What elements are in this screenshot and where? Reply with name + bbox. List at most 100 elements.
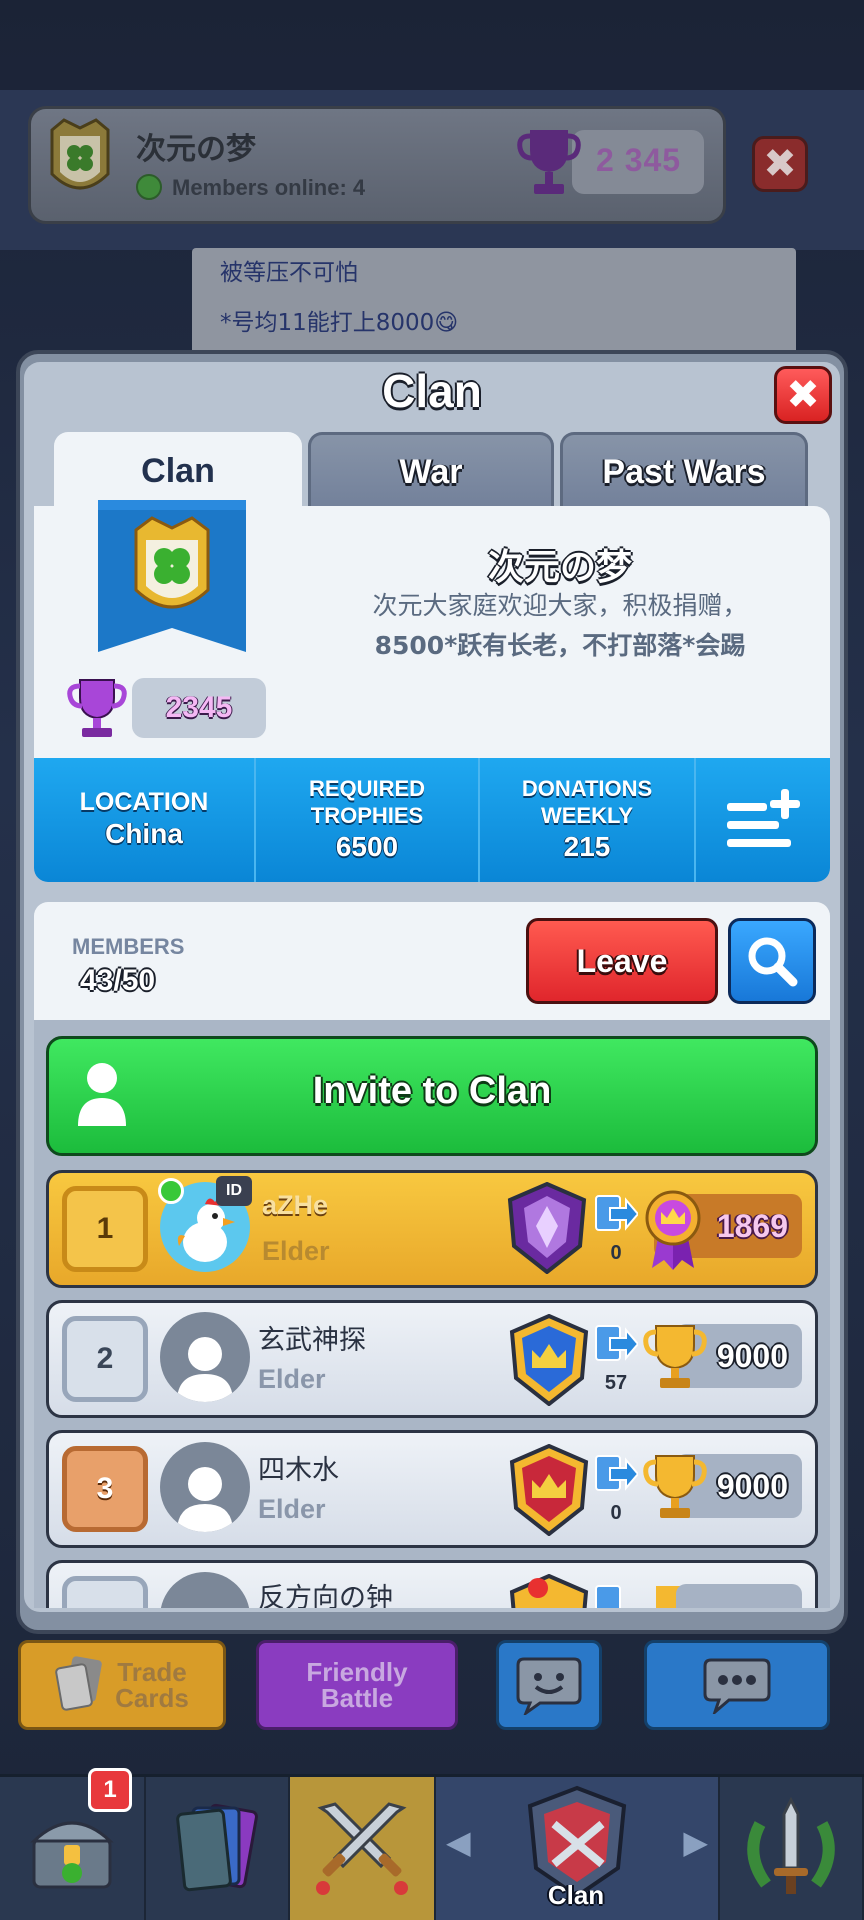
clan-description: 次元大家庭欢迎大家，积极捐赠， 8500*跃有长老，不打部落*会踢 <box>300 586 820 666</box>
notification-badge: 1 <box>88 1768 132 1812</box>
member-role: Elder <box>262 1236 330 1266</box>
background-clan-name: 次元の梦 <box>136 132 256 167</box>
member-name: 反方向の钟 <box>258 1583 393 1608</box>
chat-line: *号均11能打上8000😋 <box>220 310 459 336</box>
stat-location: LOCATION China <box>34 758 256 882</box>
chat-line: 被等压不可怕 <box>220 260 358 286</box>
avatar <box>160 1312 250 1402</box>
member-role: Elder <box>258 1494 326 1524</box>
stat-location-label: LOCATION <box>79 787 209 816</box>
chat-bubble-icon <box>703 1658 771 1714</box>
clan-menu-button[interactable] <box>696 758 830 882</box>
member-name: 玄武神探 <box>258 1325 366 1356</box>
member-role: Elder <box>258 1364 326 1394</box>
member-donations: 0 <box>610 1502 622 1524</box>
stat-required-trophies: REQUIRED TROPHIES 6500 <box>256 758 480 882</box>
crown-medal-icon <box>645 1190 701 1270</box>
stat-required-label: REQUIRED <box>308 776 426 801</box>
background-chat-message: 被等压不可怕 *号均11能打上8000😋 <box>192 248 796 358</box>
stat-required-label: TROPHIES <box>310 803 424 828</box>
list-add-icon <box>727 789 800 847</box>
member-name: aZHe <box>262 1190 329 1220</box>
stat-location-value: China <box>105 817 183 849</box>
members-count: 43/50 <box>80 964 156 997</box>
member-donations: 57 <box>604 1372 628 1394</box>
close-button[interactable]: ✖ <box>774 366 832 424</box>
tab-past-wars-label: Past Wars <box>602 453 766 491</box>
leave-button[interactable]: Leave <box>526 918 718 1004</box>
league-icon <box>509 1574 589 1608</box>
members-label: MEMBERS <box>72 934 185 959</box>
trophy-icon <box>517 130 581 194</box>
tab-clan-label: Clan <box>141 451 215 490</box>
clan-name: 次元の梦 <box>487 547 632 588</box>
nav-right-arrow-icon[interactable]: ▶ <box>683 1823 708 1861</box>
donation-card-icon <box>595 1455 638 1491</box>
person-icon <box>177 1467 233 1532</box>
clan-description-line: 次元大家庭欢迎大家，积极捐赠， <box>372 591 748 620</box>
trade-label: Trade <box>117 1657 187 1687</box>
emote-face-icon <box>516 1657 582 1715</box>
trophy-icon <box>643 1325 707 1388</box>
online-indicator-icon <box>158 1178 184 1204</box>
online-indicator-icon <box>136 174 162 200</box>
legendary-arena-icon <box>507 1182 587 1274</box>
member-rank: 2 <box>62 1316 148 1402</box>
stat-donations-weekly: DONATIONS WEEKLY 215 <box>480 758 696 882</box>
stat-required-value: 6500 <box>335 831 399 862</box>
champion-league-icon <box>509 1314 589 1406</box>
chat-button[interactable] <box>644 1640 830 1730</box>
donation-card-icon <box>595 1585 621 1608</box>
nav-clan-label: Clan <box>547 1880 605 1910</box>
friendly-label: Battle <box>320 1683 394 1713</box>
id-badge: ID <box>216 1176 252 1206</box>
nav-left-arrow-icon[interactable]: ◀ <box>446 1823 471 1861</box>
members-online-text: Members online: 4 <box>172 175 366 200</box>
clan-banner-icon <box>98 500 246 652</box>
trade-cards-button[interactable]: Trade Cards <box>18 1640 226 1730</box>
friendly-battle-button[interactable]: Friendly Battle <box>256 1640 458 1730</box>
master-league-icon <box>509 1444 589 1536</box>
laurel-sword-icon <box>747 1796 835 1894</box>
nav-cards[interactable] <box>146 1777 290 1920</box>
stat-donations-label: DONATIONS <box>521 776 653 801</box>
tab-war[interactable]: War <box>308 432 554 510</box>
member-score <box>676 1584 802 1608</box>
member-rank: 1 <box>62 1186 148 1272</box>
trophy-icon <box>67 679 127 737</box>
nav-battle[interactable] <box>290 1777 436 1920</box>
nav-events[interactable] <box>720 1777 864 1920</box>
member-name: 四木水 <box>258 1455 339 1486</box>
avatar <box>160 1442 250 1532</box>
member-donations: 0 <box>610 1242 622 1264</box>
clan-description-line: 8500*跃有长老，不打部落*会踢 <box>374 631 746 660</box>
friendly-label: Friendly <box>306 1657 408 1687</box>
background-close-button: ✖ <box>752 136 808 192</box>
trade-label: Cards <box>115 1683 189 1713</box>
person-icon <box>177 1337 233 1402</box>
chest-icon <box>30 1821 114 1888</box>
stat-donations-value: 215 <box>563 831 611 862</box>
panel-title: Clan <box>382 365 482 417</box>
tab-war-label: War <box>399 453 463 491</box>
donation-card-icon <box>595 1195 638 1231</box>
trophy-icon <box>643 1455 707 1518</box>
background-trophy-count: 2 345 <box>596 142 682 178</box>
stat-donations-label: WEEKLY <box>540 803 634 828</box>
clan-stats-bar: LOCATION China REQUIRED TROPHIES 6500 DO… <box>34 758 830 882</box>
search-button[interactable] <box>728 918 816 1004</box>
cards-icon <box>55 1656 102 1711</box>
member-rank <box>62 1576 148 1608</box>
emote-button[interactable] <box>496 1640 602 1730</box>
tab-clan[interactable]: Clan <box>54 432 302 510</box>
clan-trophy-count: 2345 <box>132 678 266 738</box>
magnifier-icon <box>748 937 798 987</box>
clan-badge-icon <box>50 118 110 190</box>
cards-icon <box>176 1803 258 1891</box>
invite-to-clan-label: Invite to Clan <box>312 1070 552 1112</box>
crossed-swords-icon <box>316 1801 408 1895</box>
tab-past-wars[interactable]: Past Wars <box>560 432 808 510</box>
donation-card-icon <box>595 1325 638 1361</box>
member-rank: 3 <box>62 1446 148 1532</box>
table-row-clipped[interactable]: 反方向の钟 <box>46 1560 818 1608</box>
